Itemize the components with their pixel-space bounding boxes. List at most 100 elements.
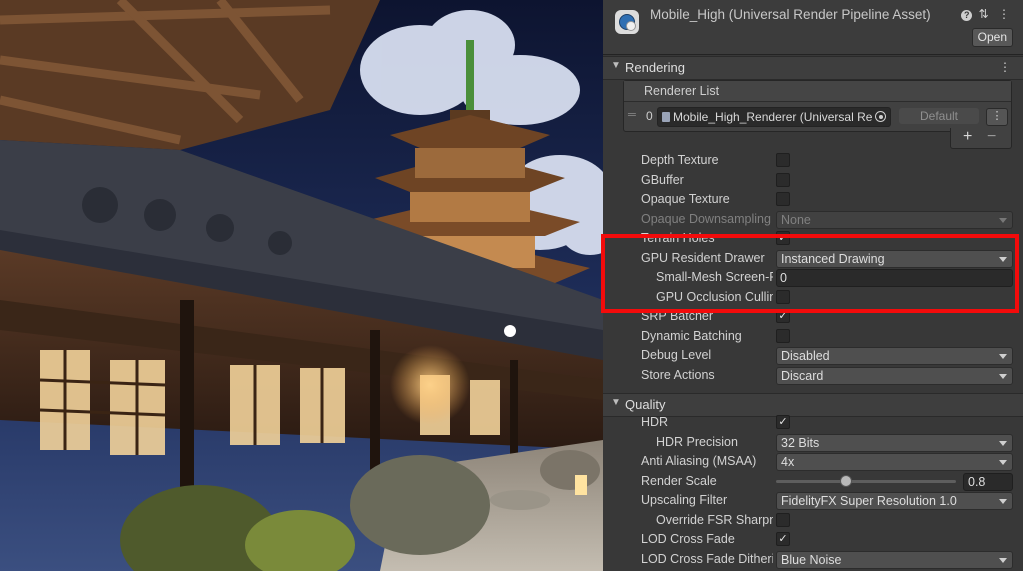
slider-track[interactable] <box>776 479 956 483</box>
prop-row-srp-batcher: SRP Batcher ✓ <box>603 307 1023 326</box>
prop-label: HDR Precision <box>656 434 738 449</box>
inspector-panel: Mobile_High (Universal Render Pipeline A… <box>603 0 1023 571</box>
checkbox-dynamic-batching[interactable] <box>776 328 790 343</box>
dropdown-value: Discard <box>781 368 824 383</box>
dropdown-value: Disabled <box>781 349 830 363</box>
slider-value-field[interactable]: 0.8 <box>963 472 1013 491</box>
field-value: 0 <box>780 271 787 285</box>
dropdown-value: 32 Bits <box>781 435 820 450</box>
prop-row-opaque-texture: Opaque Texture <box>603 190 1023 209</box>
dropdown-value: FidelityFX Super Resolution 1.0 <box>781 494 957 508</box>
prop-label: Opaque Texture <box>641 192 730 206</box>
chevron-down-icon <box>999 256 1007 262</box>
inspector-header: Mobile_High (Universal Render Pipeline A… <box>603 0 1023 55</box>
section-title: Rendering <box>625 60 685 75</box>
dropdown-opaque-downsampling: None <box>776 210 1013 229</box>
foldout-arrow-icon[interactable]: ▼ <box>611 397 621 408</box>
prop-row-opaque-downsampling: Opaque Downsampling None <box>603 210 1023 229</box>
object-picker-icon[interactable] <box>875 111 886 122</box>
open-button[interactable]: Open <box>971 28 1013 47</box>
prop-label: Render Scale <box>641 473 717 488</box>
chevron-down-icon <box>999 440 1007 446</box>
dropdown-store-actions[interactable]: Discard <box>776 366 1013 385</box>
add-renderer-button[interactable]: + <box>963 128 972 146</box>
checkbox-hdr[interactable]: ✓ <box>776 415 790 429</box>
prop-row-hdr: HDR ✓ <box>603 413 1023 432</box>
drag-handle-icon[interactable]: ═ <box>628 109 638 121</box>
prop-row-terrain-holes: Terrain Holes ✓ <box>603 229 1023 248</box>
prop-row-small-mesh-screen-p: Small-Mesh Screen-P 0 <box>603 268 1023 287</box>
prop-row-render-scale: Render Scale 0.8 <box>603 472 1023 491</box>
dropdown-lod-cross-fade-ditheri[interactable]: Blue Noise <box>776 550 1013 569</box>
slider-handle[interactable] <box>840 474 852 487</box>
renderer-list-header: Renderer List <box>624 81 1011 102</box>
foldout-arrow-icon[interactable]: ▼ <box>611 60 621 71</box>
dropdown-hdr-precision[interactable]: 32 Bits <box>776 433 1013 452</box>
section-menu-icon[interactable]: ⋮ <box>999 60 1011 74</box>
section-title: Quality <box>625 397 666 412</box>
more-menu-icon[interactable]: ⋮ <box>998 7 1013 21</box>
header-icons: ? ⇅ ⋮ <box>961 7 1013 21</box>
list-add-remove: + − <box>950 128 1012 149</box>
checkbox-lod-cross-fade[interactable]: ✓ <box>776 532 790 546</box>
chevron-down-icon <box>999 499 1007 504</box>
prop-label: Debug Level <box>641 348 712 362</box>
checkbox-override-fsr-sharpn[interactable] <box>776 512 790 527</box>
prop-row-anti-aliasing-msaa: Anti Aliasing (MSAA) 4x <box>603 452 1023 471</box>
settings-icon[interactable]: ⇅ <box>979 7 992 21</box>
prop-row-dynamic-batching: Dynamic Batching <box>603 327 1023 346</box>
dropdown-anti-aliasing-msaa[interactable]: 4x <box>776 453 1013 471</box>
scene-view[interactable] <box>0 0 603 571</box>
prop-label: LOD Cross Fade Ditheri <box>641 551 773 566</box>
prop-label: Terrain Holes <box>641 231 715 245</box>
dropdown-value: 4x <box>781 455 795 469</box>
prop-row-hdr-precision: HDR Precision 32 Bits <box>603 433 1023 452</box>
urp-asset-icon <box>615 10 639 34</box>
prop-row-lod-cross-fade-ditheri: LOD Cross Fade Ditheri Blue Noise <box>603 550 1023 569</box>
remove-renderer-button[interactable]: − <box>987 128 996 146</box>
prop-row-debug-level: Debug Level Disabled <box>603 346 1023 365</box>
prop-label: Upscaling Filter <box>641 493 728 507</box>
rendering-section-header[interactable]: ▼ Rendering ⋮ <box>603 56 1023 80</box>
scene-render <box>0 0 603 571</box>
chevron-down-icon <box>999 557 1007 563</box>
renderer-object-field[interactable]: Mobile_High_Renderer (Universal Re <box>657 107 891 127</box>
text-field-small-mesh-screen-p[interactable]: 0 <box>776 269 1013 287</box>
checkbox-opaque-texture[interactable] <box>776 192 790 206</box>
renderer-more-icon[interactable]: ⋮ <box>986 108 1008 126</box>
dropdown-value: None <box>781 212 811 227</box>
prop-row-depth-texture: Depth Texture <box>603 151 1023 170</box>
prop-label: Override FSR Sharpn <box>656 512 773 527</box>
chevron-down-icon <box>999 460 1007 465</box>
chevron-down-icon <box>999 354 1007 359</box>
prop-label: HDR <box>641 415 669 429</box>
prop-row-gpu-occlusion-cullin: GPU Occlusion Cullin <box>603 288 1023 307</box>
checkbox-depth-texture[interactable] <box>776 153 790 167</box>
checkbox-gpu-occlusion-cullin[interactable] <box>776 289 790 304</box>
prop-label: Anti Aliasing (MSAA) <box>641 454 757 468</box>
checkbox-terrain-holes[interactable]: ✓ <box>776 231 790 245</box>
set-default-button[interactable]: Default <box>899 108 979 124</box>
checkbox-srp-batcher[interactable]: ✓ <box>776 309 790 323</box>
prop-row-lod-cross-fade: LOD Cross Fade ✓ <box>603 530 1023 549</box>
prop-label: Depth Texture <box>641 153 719 167</box>
renderer-asset-icon <box>662 112 670 122</box>
dropdown-value: Blue Noise <box>781 552 842 567</box>
renderer-list-item[interactable]: ═ 0 Mobile_High_Renderer (Universal Re D… <box>624 105 1011 129</box>
dropdown-gpu-resident-drawer[interactable]: Instanced Drawing <box>776 249 1013 268</box>
prop-label: GBuffer <box>641 172 684 187</box>
renderer-list: Renderer List ═ 0 Mobile_High_Renderer (… <box>623 80 1012 132</box>
renderer-list-title: Renderer List <box>644 84 720 98</box>
chevron-down-icon <box>999 217 1007 223</box>
prop-label: Opaque Downsampling <box>641 211 771 226</box>
chevron-down-icon <box>999 373 1007 379</box>
help-icon[interactable]: ? <box>961 10 973 21</box>
dropdown-debug-level[interactable]: Disabled <box>776 347 1013 365</box>
prop-row-upscaling-filter: Upscaling Filter FidelityFX Super Resolut… <box>603 491 1023 510</box>
checkbox-gbuffer[interactable] <box>776 172 790 187</box>
asset-title: Mobile_High (Universal Render Pipeline A… <box>650 7 931 22</box>
field-value: 0.8 <box>968 474 986 489</box>
dropdown-upscaling-filter[interactable]: FidelityFX Super Resolution 1.0 <box>776 492 1013 510</box>
prop-row-gbuffer: GBuffer <box>603 171 1023 190</box>
prop-label: GPU Resident Drawer <box>641 250 765 265</box>
